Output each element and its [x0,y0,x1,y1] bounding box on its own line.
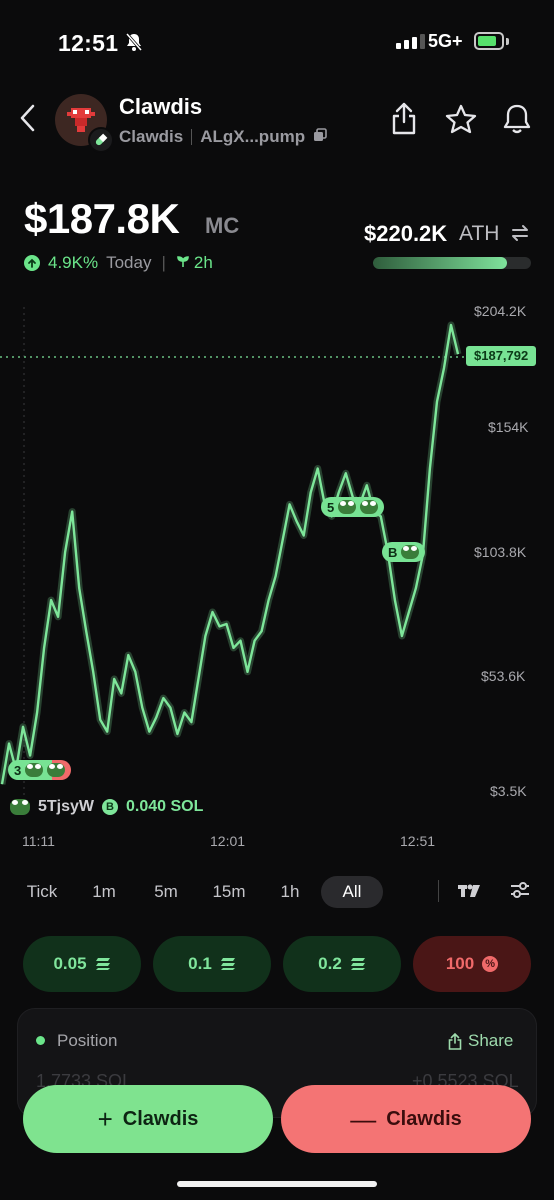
bell-icon[interactable] [502,103,532,140]
plus-icon: + [97,1103,113,1134]
quick-buy-amount: 0.2 [318,954,342,973]
quick-buy-amount: 0.05 [53,954,87,973]
marker-count: 5 [327,499,335,515]
quick-sell-amount: 100 [445,954,475,973]
latest-trade[interactable]: 5TjsyW B 0.040 SOL [10,798,203,816]
quick-buy-0.05[interactable]: 0.05 [23,936,141,992]
bell-slash-icon [124,32,144,57]
y-tick-4: $3.5K [490,783,527,799]
share-icon[interactable] [390,102,418,141]
quick-buy-0.2[interactable]: 0.2 [283,936,401,992]
star-icon[interactable] [445,104,477,139]
frog-icon [360,500,379,514]
timeframe-1m[interactable]: 1m [86,876,122,908]
solana-icon [95,958,110,970]
divider [191,129,193,145]
position-label: Position [57,1031,118,1050]
market-cap-unit: MC [205,213,240,238]
timeframe-1h[interactable]: 1h [274,876,306,908]
frog-icon [338,500,357,514]
token-name: Clawdis [119,94,203,119]
timeframe-5m[interactable]: 5m [148,876,184,908]
frog-icon [25,763,44,777]
arrow-up-icon [24,255,40,271]
token-age: 2h [193,253,213,272]
marker-type: B [388,544,398,560]
trade-amount: 0.040 SOL [126,798,204,815]
x-tick-0: 11:11 [22,833,55,849]
settings-sliders-icon[interactable] [509,879,531,906]
buy-label: Clawdis [122,1107,199,1130]
battery-tip [506,38,509,45]
frog-icon [47,763,66,777]
buy-marker[interactable]: B [382,542,426,562]
current-price-tag: $187,792 [466,346,537,366]
share-label: Share [468,1031,514,1050]
marker-count: 3 [14,762,22,778]
x-tick-1: 12:01 [210,833,246,849]
ath-value: $220.2K [364,221,448,246]
tradingview-icon[interactable] [458,883,482,904]
divider [438,880,439,902]
minus-icon: — [350,1103,377,1134]
trade-wallet: 5TjsyW [38,798,95,815]
back-chevron-icon[interactable] [18,103,38,138]
y-tick-3: $53.6K [481,668,526,684]
y-tick-0: $204.2K [474,303,527,319]
swap-icon[interactable] [510,222,530,249]
price-change-value: 4.9K% [48,253,99,272]
sell-button[interactable]: — Clawdis [281,1085,531,1153]
buy-button[interactable]: + Clawdis [23,1085,273,1153]
position-share-button[interactable]: Share [448,1031,513,1051]
timeframe-all[interactable]: All [321,876,383,908]
y-tick-1: $154K [488,419,529,435]
trade-marker[interactable]: 3 [8,760,72,780]
frog-icon [401,545,420,559]
battery-icon [474,32,504,50]
trade-marker[interactable]: 5 [321,497,385,517]
token-ticker: Clawdis [119,127,184,146]
home-indicator [177,1181,377,1187]
token-address[interactable]: ALgX...pump [200,127,305,147]
x-tick-2: 12:51 [400,833,436,849]
solana-icon [220,958,235,970]
timeframe-tick[interactable]: Tick [22,876,62,908]
percent-icon: % [482,956,499,972]
wallet-avatar [10,799,30,815]
timeframe-15m[interactable]: 15m [207,876,251,908]
divider: | [161,253,166,272]
market-cap-value: $187.8K [24,195,180,242]
y-tick-2: $103.8K [474,544,527,560]
copy-icon[interactable] [313,127,327,147]
status-time: 12:51 [58,30,119,56]
quick-sell-100-percent[interactable]: 100 % [413,936,531,992]
ath-progress-fill [373,257,508,269]
price-change-period: Today [106,253,152,272]
share-icon [448,1032,462,1050]
price-chart[interactable] [0,295,554,835]
network-label: 5G+ [428,31,463,51]
signal-icon [396,34,425,49]
quick-buy-0.1[interactable]: 0.1 [153,936,271,992]
sprout-icon [176,253,190,273]
solana-icon [350,958,365,970]
ath-progress-bar [373,257,531,269]
buy-icon: B [102,799,119,815]
quick-buy-amount: 0.1 [188,954,212,973]
ath-label: ATH [459,222,500,245]
price-change-row: 4.9K% Today | 2h [24,253,213,273]
pill-icon [88,127,114,153]
token-subtitle: Clawdis ALgX...pump [119,127,327,147]
position-status-dot [36,1036,45,1045]
sell-label: Clawdis [386,1107,462,1130]
